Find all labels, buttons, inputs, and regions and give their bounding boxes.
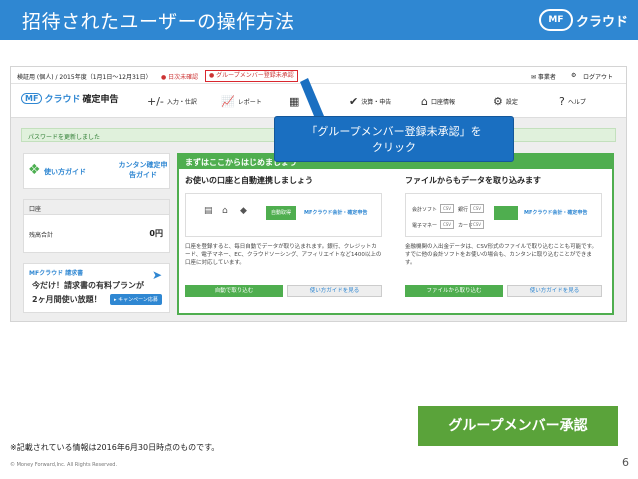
group-member-approve-button[interactable]: グループメンバー承認	[418, 406, 618, 446]
copyright: © Money Forward,Inc. All Rights Reserved…	[10, 462, 118, 468]
instruction-callout: 「グループメンバー登録未承認」を クリック	[274, 116, 514, 162]
page-number: 6	[622, 456, 629, 469]
info-date-note: ※記載されている情報は2016年6月30日時点のものです。	[10, 443, 220, 452]
